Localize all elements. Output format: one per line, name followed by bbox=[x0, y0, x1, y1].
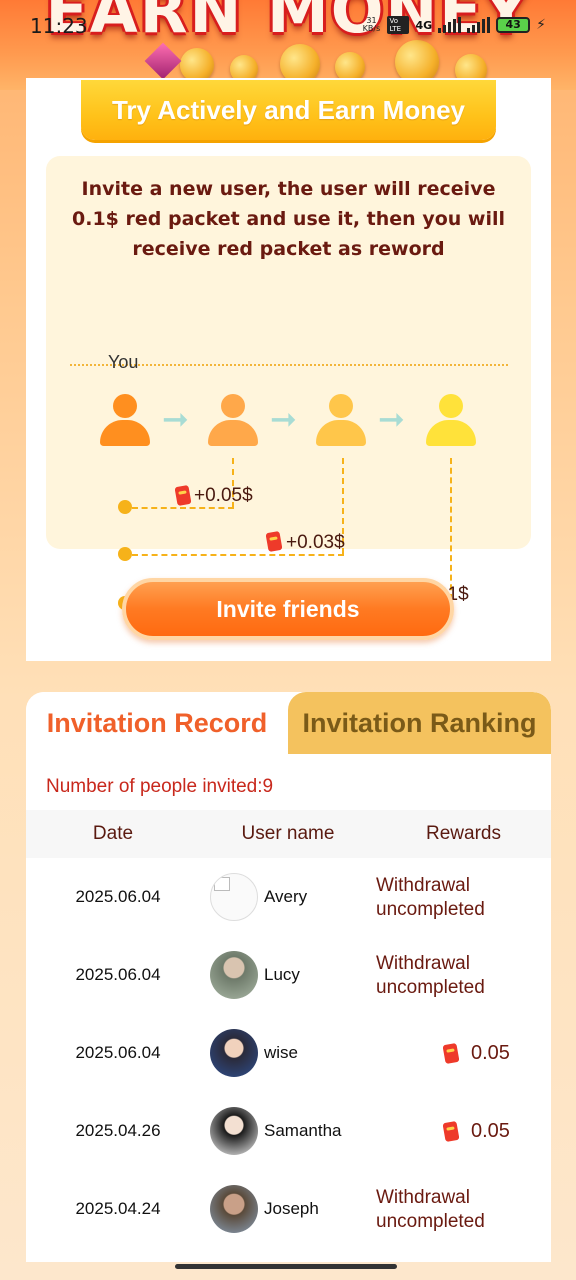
red-packet-icon bbox=[174, 484, 192, 507]
status-bar: 11:23 31 KB/s Vo LTE 4G 43 ⚡ bbox=[0, 0, 576, 54]
broken-image-icon bbox=[214, 877, 230, 891]
records-panel: Invitation Ranking Invitation Record Num… bbox=[26, 692, 551, 1262]
row-date: 2025.06.04 bbox=[75, 1043, 161, 1062]
row-reward: Withdrawal uncompleted bbox=[376, 953, 485, 998]
signal-icon bbox=[438, 17, 462, 33]
status-time: 11:23 bbox=[30, 14, 88, 38]
battery-icon: 43 bbox=[496, 17, 531, 33]
header-date: Date bbox=[92, 823, 134, 844]
row-user-name: wise bbox=[264, 1043, 299, 1062]
table-header: Date User name Rewards bbox=[26, 810, 551, 858]
header-rewards: Rewards bbox=[426, 823, 501, 844]
table-row: 2025.04.26 Samantha 0.05 bbox=[26, 1092, 551, 1170]
row-date: 2025.06.04 bbox=[75, 887, 161, 906]
signal-icon-2 bbox=[467, 17, 491, 33]
tab-invitation-ranking[interactable]: Invitation Ranking bbox=[288, 692, 551, 754]
row-date: 2025.04.26 bbox=[75, 1121, 161, 1140]
arrow-right-icon: ➞ bbox=[162, 400, 189, 438]
person-icon bbox=[426, 394, 476, 446]
row-user-name: Lucy bbox=[264, 965, 300, 984]
row-reward: Withdrawal uncompleted bbox=[376, 875, 485, 920]
charging-icon: ⚡ bbox=[536, 17, 546, 33]
home-indicator[interactable] bbox=[175, 1264, 397, 1269]
red-packet-icon bbox=[265, 530, 283, 553]
row-reward: 0.05 bbox=[471, 1042, 510, 1064]
connector-line bbox=[132, 507, 234, 509]
table-row: 2025.04.24 Joseph Withdrawal uncompleted bbox=[26, 1170, 551, 1248]
level-dot bbox=[118, 500, 132, 514]
row-date: 2025.04.24 bbox=[75, 1199, 161, 1218]
row-date: 2025.06.04 bbox=[75, 965, 161, 984]
avatar bbox=[210, 1185, 258, 1233]
level-dot bbox=[118, 547, 132, 561]
red-packet-icon bbox=[442, 1042, 460, 1065]
table-row: 2025.06.04 wise 0.05 bbox=[26, 1014, 551, 1092]
avatar bbox=[210, 1029, 258, 1077]
header-user-name: User name bbox=[241, 823, 335, 844]
volte-icon: Vo LTE bbox=[387, 16, 410, 34]
arrow-right-icon: ➞ bbox=[378, 400, 405, 438]
row-user-name: Samantha bbox=[264, 1121, 342, 1140]
red-packet-icon bbox=[442, 1120, 460, 1143]
avatar bbox=[210, 951, 258, 999]
reward-level-1: +0.05$ bbox=[194, 485, 253, 506]
info-text: Invite a new user, the user will receive… bbox=[72, 178, 505, 260]
person-icon bbox=[208, 394, 258, 446]
connector-line bbox=[450, 458, 452, 600]
avatar bbox=[210, 873, 258, 921]
invite-friends-button[interactable]: Invite friends bbox=[122, 578, 454, 640]
status-icons: 31 KB/s Vo LTE 4G 43 ⚡ bbox=[361, 16, 546, 34]
person-icon bbox=[100, 394, 150, 446]
earn-card: Try Actively and Earn Money Invite a new… bbox=[26, 78, 551, 661]
you-label: You bbox=[108, 352, 139, 372]
arrow-right-icon: ➞ bbox=[270, 400, 297, 438]
network-type: 4G bbox=[415, 18, 433, 32]
row-user-name: Avery bbox=[264, 887, 308, 906]
row-reward: Withdrawal uncompleted bbox=[376, 1187, 485, 1232]
info-box: Invite a new user, the user will receive… bbox=[46, 156, 531, 610]
row-user-name: Joseph bbox=[264, 1199, 319, 1218]
table-row: 2025.06.04 Avery Withdrawal uncompleted bbox=[26, 858, 551, 936]
reward-level-2: +0.03$ bbox=[286, 532, 345, 553]
invited-count: Number of people invited:9 bbox=[46, 776, 274, 797]
network-speed: 31 KB/s bbox=[362, 16, 381, 33]
avatar bbox=[210, 1107, 258, 1155]
person-icon bbox=[316, 394, 366, 446]
ribbon-title: Try Actively and Earn Money bbox=[81, 80, 496, 140]
connector-line bbox=[132, 554, 344, 556]
tab-invitation-record[interactable]: Invitation Record bbox=[26, 692, 288, 754]
table-row: 2025.06.04 Lucy Withdrawal uncompleted bbox=[26, 936, 551, 1014]
row-reward: 0.05 bbox=[471, 1120, 510, 1142]
